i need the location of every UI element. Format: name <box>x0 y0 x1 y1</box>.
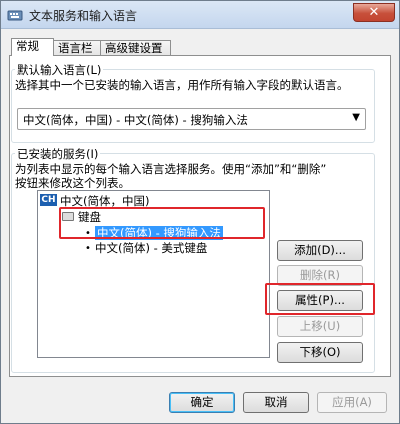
default-language-description: 选择其中一个已安装的输入语言，用作所有输入字段的默认语言。 <box>15 78 349 92</box>
default-language-select[interactable]: 中文(简体，中国) - 中文(简体) - 搜狗输入法 ▼ <box>17 108 366 130</box>
tab-language-bar[interactable]: 语言栏 <box>53 40 101 56</box>
tab-label: 语言栏 <box>58 41 93 55</box>
window-title: 文本服务和输入语言 <box>29 9 138 23</box>
chevron-down-icon: ▼ <box>352 112 360 123</box>
move-up-button-label: 上移(U) <box>299 319 341 333</box>
add-button-label: 添加(D)... <box>294 243 346 257</box>
tree-category-node[interactable]: 键盘 <box>78 209 101 224</box>
default-language-group-title: 默认输入语言(L) <box>15 62 104 78</box>
cancel-button-label: 取消 <box>264 395 288 409</box>
default-language-value: 中文(简体，中国) - 中文(简体) - 搜狗输入法 <box>23 113 248 127</box>
apply-button[interactable]: 应用(A) <box>317 392 387 413</box>
installed-services-description-2: 按钮来修改这个列表。 <box>15 176 130 190</box>
apply-button-label: 应用(A) <box>332 395 372 409</box>
language-badge: CH <box>40 194 57 206</box>
tab-label: 高级键设置 <box>105 41 163 55</box>
add-button[interactable]: 添加(D)... <box>277 240 363 261</box>
ok-button-label: 确定 <box>190 395 214 409</box>
dialog-window: 文本服务和输入语言 ✕ 常规 语言栏 高级键设置 默认输入语言(L) 选择其中一… <box>0 0 400 424</box>
tab-general[interactable]: 常规 <box>11 38 54 56</box>
tree-service-item-us-keyboard[interactable]: 中文(简体) - 美式键盘 <box>95 240 207 255</box>
title-bar[interactable]: 文本服务和输入语言 ✕ <box>1 1 399 29</box>
move-up-button[interactable]: 上移(U) <box>277 316 363 337</box>
bullet-icon: • <box>85 228 91 239</box>
language-name: 中文(简体，中国) <box>60 194 150 208</box>
service-item-label: 中文(简体) - 搜狗输入法 <box>95 226 223 240</box>
properties-button[interactable]: 属性(P)... <box>277 290 363 311</box>
tab-advanced-key-settings[interactable]: 高级键设置 <box>100 40 171 56</box>
remove-button-label: 删除(R) <box>300 268 340 282</box>
installed-services-tree[interactable]: CH 中文(简体，中国) 键盘 • 中文(简体) - 搜狗输入法 • 中文(简体… <box>37 190 270 358</box>
close-icon: ✕ <box>368 5 380 20</box>
remove-button[interactable]: 删除(R) <box>277 265 363 286</box>
tree-service-item-sogou[interactable]: 中文(简体) - 搜狗输入法 <box>95 225 223 240</box>
category-label: 键盘 <box>78 210 101 224</box>
bullet-icon: • <box>85 243 91 254</box>
keyboard-app-icon <box>7 10 23 21</box>
tab-label: 常规 <box>16 39 39 53</box>
keyboard-icon <box>62 212 74 221</box>
ok-button[interactable]: 确定 <box>169 392 235 413</box>
move-down-button[interactable]: 下移(O) <box>277 342 363 363</box>
service-item-label: 中文(简体) - 美式键盘 <box>95 241 208 255</box>
cancel-button[interactable]: 取消 <box>243 392 309 413</box>
move-down-button-label: 下移(O) <box>299 345 341 359</box>
installed-services-group-title: 已安装的服务(I) <box>15 146 101 162</box>
close-button[interactable]: ✕ <box>353 3 395 22</box>
properties-button-label: 属性(P)... <box>295 293 345 307</box>
tree-language-node[interactable]: 中文(简体，中国) <box>60 193 149 208</box>
